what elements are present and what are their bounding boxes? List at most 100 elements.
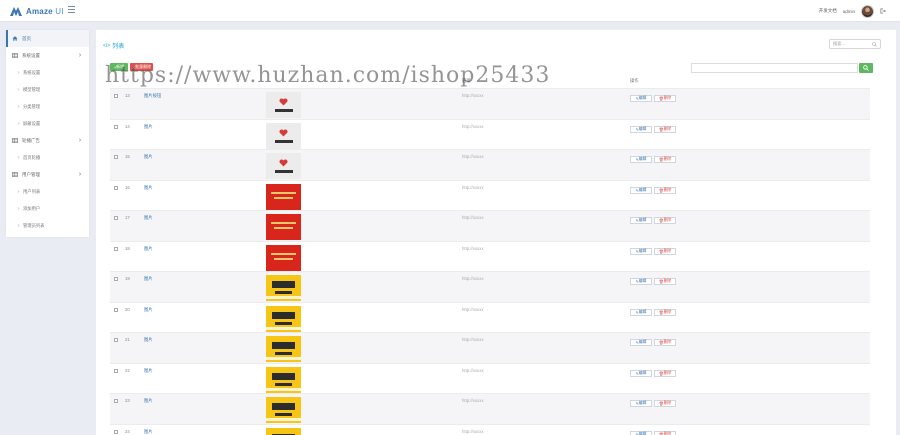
row-checkbox[interactable] xyxy=(114,124,118,129)
sidebar-subitem-4[interactable]: 分类管理 xyxy=(6,98,89,115)
avatar[interactable] xyxy=(861,4,874,18)
edit-button[interactable]: ✎ 编辑 xyxy=(630,339,652,346)
edit-button[interactable]: ✎ 编辑 xyxy=(630,308,652,316)
row-name[interactable]: 图片 xyxy=(144,368,153,374)
sidebar-subitem-2[interactable]: 系统设置 xyxy=(6,64,89,81)
delete-button[interactable]: 🗑 删除 xyxy=(654,247,676,255)
edit-button[interactable]: ✎ 编辑 xyxy=(630,278,652,285)
delete-button[interactable]: 🗑 删除 xyxy=(654,430,676,435)
sidebar-subitem-11[interactable]: 管理员列表 xyxy=(6,217,89,234)
sidebar-subitem-label: 系统设置 xyxy=(23,69,41,75)
edit-label: 编辑 xyxy=(638,370,647,375)
row-name[interactable]: 图片 xyxy=(144,215,153,221)
row-url: http://xxxxx xyxy=(462,337,484,342)
menu-toggle-icon[interactable] xyxy=(68,6,75,13)
delete-label: 删除 xyxy=(663,96,672,100)
sidebar-subitem-9[interactable]: 用户列表 xyxy=(6,183,89,200)
row-thumbnail xyxy=(266,305,301,332)
table-row: 14 图片 http://xxxxx ✎ 编辑 🗑 删除 xyxy=(110,118,870,150)
row-name[interactable]: 图片按钮 xyxy=(144,93,161,99)
edit-button[interactable]: ✎ 编辑 xyxy=(630,156,652,163)
docs-link[interactable]: 开发文档 xyxy=(819,8,837,14)
row-thumbnail xyxy=(266,214,301,240)
delete-button[interactable]: 🗑 删除 xyxy=(654,125,676,133)
row-name[interactable]: 图片 xyxy=(144,124,153,130)
row-name[interactable]: 图片 xyxy=(144,246,153,252)
logout-icon[interactable] xyxy=(880,8,886,14)
sidebar-subitem-7[interactable]: 首页轮播 xyxy=(6,149,89,166)
sidebar-item-0[interactable]: 首页 xyxy=(6,30,89,47)
username[interactable]: admin xyxy=(843,9,855,14)
add-button[interactable]: + 新增 xyxy=(110,63,128,71)
edit-button[interactable]: ✎ 编辑 xyxy=(630,369,652,377)
row-checkbox[interactable] xyxy=(114,185,118,190)
page-title-text: 列表 xyxy=(112,44,125,50)
row-checkbox[interactable] xyxy=(114,277,118,281)
edit-button[interactable]: ✎ 编辑 xyxy=(630,217,652,224)
sidebar: 首页 系统设置 系统设置 模型管理 分类管理 屏蔽设置 轮播广告 首页轮播 用户管理 用户列表 添加… xyxy=(6,30,89,237)
row-thumbnail xyxy=(266,366,301,393)
delete-button[interactable]: 🗑 删除 xyxy=(654,369,676,377)
delete-button[interactable]: 🗑 删除 xyxy=(654,156,676,163)
edit-button[interactable]: ✎ 编辑 xyxy=(630,95,652,102)
table-header: 链接 操作 xyxy=(110,75,870,87)
edit-button[interactable]: ✎ 编辑 xyxy=(630,125,652,133)
sidebar-subitem-label: 用户列表 xyxy=(23,188,41,194)
row-checkbox[interactable] xyxy=(114,338,118,342)
row-name[interactable]: 图片 xyxy=(144,398,153,404)
row-name[interactable]: 图片 xyxy=(144,429,153,435)
search-placeholder: 搜索... xyxy=(833,41,845,46)
sidebar-item-6[interactable]: 轮播广告 xyxy=(6,132,89,149)
sidebar-subitem-3[interactable]: 模型管理 xyxy=(6,81,89,98)
sidebar-item-label: 系统设置 xyxy=(22,52,40,58)
table-icon xyxy=(12,53,18,58)
row-checkbox[interactable] xyxy=(114,155,118,159)
delete-button[interactable]: 🗑 删除 xyxy=(654,308,676,316)
delete-button[interactable]: 🗑 删除 xyxy=(654,339,676,346)
edit-button[interactable]: ✎ 编辑 xyxy=(630,247,652,255)
row-thumbnail xyxy=(266,336,301,362)
table-row: 16 图片 http://xxxxx ✎ 编辑 🗑 删除 xyxy=(110,179,870,211)
row-name[interactable]: 图片 xyxy=(144,276,153,282)
row-url: http://xxxxx xyxy=(462,154,484,159)
row-checkbox[interactable] xyxy=(114,216,118,220)
sidebar-item-1[interactable]: 系统设置 xyxy=(6,47,89,64)
delete-button[interactable]: 🗑 删除 xyxy=(654,400,676,407)
heart-icon xyxy=(279,128,288,136)
row-checkbox[interactable] xyxy=(114,368,118,373)
filter-search-button[interactable] xyxy=(859,63,873,73)
sidebar-subitem-5[interactable]: 屏蔽设置 xyxy=(6,115,89,132)
delete-button[interactable]: 🗑 删除 xyxy=(654,95,676,102)
batch-delete-button[interactable]: ✕ 批量删除 xyxy=(130,63,153,71)
search-input[interactable]: 搜索... xyxy=(829,39,881,49)
sidebar-subitem-10[interactable]: 添加用户 xyxy=(6,200,89,217)
row-checkbox[interactable] xyxy=(114,429,118,434)
delete-button[interactable]: 🗑 删除 xyxy=(654,186,676,194)
row-checkbox[interactable] xyxy=(114,399,118,403)
sidebar-subitem-label: 屏蔽设置 xyxy=(23,120,41,126)
edit-button[interactable]: ✎ 编辑 xyxy=(630,400,652,407)
edit-button[interactable]: ✎ 编辑 xyxy=(630,186,652,194)
row-name[interactable]: 图片 xyxy=(144,307,153,313)
edit-button[interactable]: ✎ 编辑 xyxy=(630,430,652,435)
row-name[interactable]: 图片 xyxy=(144,154,153,160)
edit-label: 编辑 xyxy=(638,309,647,314)
table-row: 17 图片 http://xxxxx ✎ 编辑 🗑 删除 xyxy=(110,210,870,241)
content-panel: </> 列表 搜索... + 新增 ✕ 批量删除 链接 操作 13 图片按钮 htt… xyxy=(96,30,896,435)
logo[interactable]: Amaze UI xyxy=(9,4,64,18)
delete-button[interactable]: 🗑 删除 xyxy=(654,217,676,224)
sidebar-subitem-label: 分类管理 xyxy=(23,103,41,109)
delete-button[interactable]: 🗑 删除 xyxy=(654,278,676,285)
row-name[interactable]: 图片 xyxy=(144,337,153,343)
row-checkbox[interactable] xyxy=(114,307,118,312)
row-name[interactable]: 图片 xyxy=(144,185,153,191)
row-url: http://xxxxx xyxy=(462,184,484,190)
row-url: http://xxxxx xyxy=(462,398,484,403)
batch-delete-label: 批量删除 xyxy=(135,64,152,69)
filter-input[interactable] xyxy=(691,63,858,73)
chevron-right-icon xyxy=(17,71,20,74)
row-checkbox[interactable] xyxy=(114,246,118,251)
sidebar-item-8[interactable]: 用户管理 xyxy=(6,166,89,183)
row-checkbox[interactable] xyxy=(114,94,118,98)
table-row: 18 图片 http://xxxxx ✎ 编辑 🗑 删除 xyxy=(110,240,870,272)
